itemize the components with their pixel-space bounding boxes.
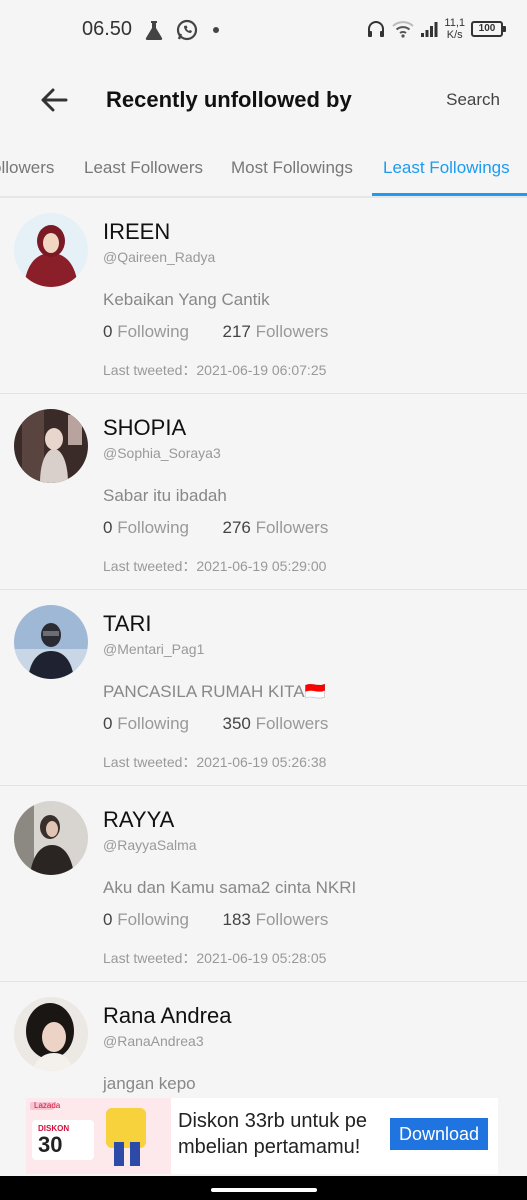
avatar[interactable]: [14, 997, 88, 1071]
ad-banner[interactable]: Lazada DISKON 30 Diskon 33rb untuk pe mb…: [26, 1098, 498, 1174]
avatar-image: [14, 997, 88, 1071]
dot-icon: [213, 27, 219, 33]
tab-most-followings[interactable]: Most Followings: [231, 158, 353, 178]
user-name: SHOPIA: [103, 415, 187, 440]
tab-least-followings[interactable]: Least Followings: [383, 158, 510, 178]
last-tweeted: Last tweeted：2021-06-19 06:07:25: [103, 360, 326, 380]
status-bar: 06.50 11,1 K/s 100: [0, 0, 527, 60]
user-handle: @Sophia_Soraya3: [103, 445, 221, 461]
last-tweeted-value: 2021-06-19 05:26:38: [196, 754, 327, 770]
user-bio: Aku dan Kamu sama2 cinta NKRI: [103, 878, 357, 897]
following-count: 0: [103, 322, 113, 341]
user-list: IREEN @Qaireen_Radya Kebaikan Yang Canti…: [0, 198, 527, 1198]
following-count: 0: [103, 910, 113, 929]
avatar[interactable]: [14, 213, 88, 287]
avatar-image: [14, 801, 88, 875]
following-label: Following: [117, 322, 190, 341]
followers-label: Followers: [255, 910, 329, 929]
list-item[interactable]: RAYYA @RayyaSalma Aku dan Kamu sama2 cin…: [0, 786, 527, 982]
avatar-image: [14, 605, 88, 679]
user-bio: PANCASILA RUMAH KITA🇮🇩: [103, 682, 326, 701]
last-tweeted: Last tweeted：2021-06-19 05:28:05: [103, 948, 326, 968]
search-button[interactable]: Search: [446, 90, 500, 110]
user-stats: 0 Following 350 Followers: [103, 714, 328, 734]
back-arrow-icon[interactable]: [36, 82, 72, 118]
user-bio: Sabar itu ibadah: [103, 486, 227, 505]
net-speed: 11,1 K/s: [444, 17, 465, 41]
system-nav-bar: [0, 1176, 527, 1200]
followers-label: Followers: [255, 518, 329, 537]
user-handle: @RanaAndrea3: [103, 1033, 204, 1049]
user-handle: @RayyaSalma: [103, 837, 197, 853]
ad-text[interactable]: Diskon 33rb untuk pe mbelian pertamamu!: [178, 1108, 388, 1160]
signal-icon: [421, 22, 438, 37]
tab-followers-label: ollowers: [0, 158, 55, 177]
avatar[interactable]: [14, 605, 88, 679]
last-tweeted: Last tweeted：2021-06-19 05:26:38: [103, 752, 326, 772]
following-label: Following: [117, 518, 190, 537]
net-speed-unit: K/s: [446, 29, 463, 41]
user-name: Rana Andrea: [103, 1003, 232, 1028]
avatar[interactable]: [14, 801, 88, 875]
last-tweeted-value: 2021-06-19 06:07:25: [196, 362, 327, 378]
net-speed-value: 11,1: [444, 17, 465, 29]
page-title: Recently unfollowed by: [106, 87, 352, 112]
ad-text-line-1: Diskon 33rb untuk pe: [178, 1110, 368, 1132]
wifi-icon: [392, 21, 415, 38]
avatar[interactable]: [14, 409, 88, 483]
last-tweeted-value: 2021-06-19 05:28:05: [196, 950, 327, 966]
followers-count: 217: [222, 322, 251, 341]
user-name: TARI: [103, 611, 152, 636]
ad-download-button[interactable]: Download: [390, 1118, 488, 1150]
tab-least-followers[interactable]: Least Followers: [84, 158, 203, 178]
active-tab-indicator: [372, 193, 527, 196]
last-tweeted: Last tweeted：2021-06-19 05:29:00: [103, 556, 326, 576]
followers-label: Followers: [255, 714, 329, 733]
user-name: RAYYA: [103, 807, 175, 832]
list-item[interactable]: SHOPIA @Sophia_Soraya3 Sabar itu ibadah …: [0, 394, 527, 590]
status-time: 06.50: [82, 18, 133, 40]
last-tweeted-label: Last tweeted：: [103, 950, 197, 966]
user-bio: Kebaikan Yang Cantik: [103, 290, 270, 309]
following-label: Following: [117, 910, 190, 929]
status-right-cluster: 11,1 K/s 100: [366, 14, 506, 44]
home-gesture-pill[interactable]: [211, 1188, 317, 1192]
user-stats: 0 Following 217 Followers: [103, 322, 328, 342]
followers-count: 183: [222, 910, 251, 929]
list-item[interactable]: TARI @Mentari_Pag1 PANCASILA RUMAH KITA🇮…: [0, 590, 527, 786]
flask-icon: [145, 21, 163, 40]
last-tweeted-label: Last tweeted：: [103, 558, 197, 574]
headphones-icon: [368, 21, 385, 37]
user-name: IREEN: [103, 219, 171, 244]
user-stats: 0 Following 183 Followers: [103, 910, 328, 930]
ad-brand: Lazada: [34, 1101, 61, 1110]
followers-label: Followers: [255, 322, 329, 341]
avatar-image: [14, 409, 88, 483]
last-tweeted-value: 2021-06-19 05:29:00: [196, 558, 327, 574]
following-label: Following: [117, 714, 190, 733]
user-bio: jangan kepo: [103, 1074, 196, 1093]
user-stats: 0 Following 276 Followers: [103, 518, 328, 538]
ad-image[interactable]: Lazada DISKON 30: [26, 1098, 171, 1174]
following-count: 0: [103, 714, 113, 733]
avatar-image: [14, 213, 88, 287]
ad-text-line-2: mbelian pertamamu!: [178, 1136, 361, 1158]
followers-count: 276: [222, 518, 251, 537]
last-tweeted-label: Last tweeted：: [103, 362, 197, 378]
app-bar: Recently unfollowed by Search: [0, 60, 527, 140]
tab-bar: ollowers Least Followers Most Followings…: [0, 140, 527, 198]
last-tweeted-label: Last tweeted：: [103, 754, 197, 770]
whatsapp-icon: [176, 19, 198, 41]
user-handle: @Qaireen_Radya: [103, 249, 216, 265]
list-item[interactable]: IREEN @Qaireen_Radya Kebaikan Yang Canti…: [0, 198, 527, 394]
battery-icon: 100: [471, 21, 506, 37]
ad-badge-value: 30: [38, 1132, 63, 1157]
tab-followers[interactable]: ollowers: [0, 158, 54, 178]
user-handle: @Mentari_Pag1: [103, 641, 205, 657]
followers-count: 350: [222, 714, 251, 733]
following-count: 0: [103, 518, 113, 537]
